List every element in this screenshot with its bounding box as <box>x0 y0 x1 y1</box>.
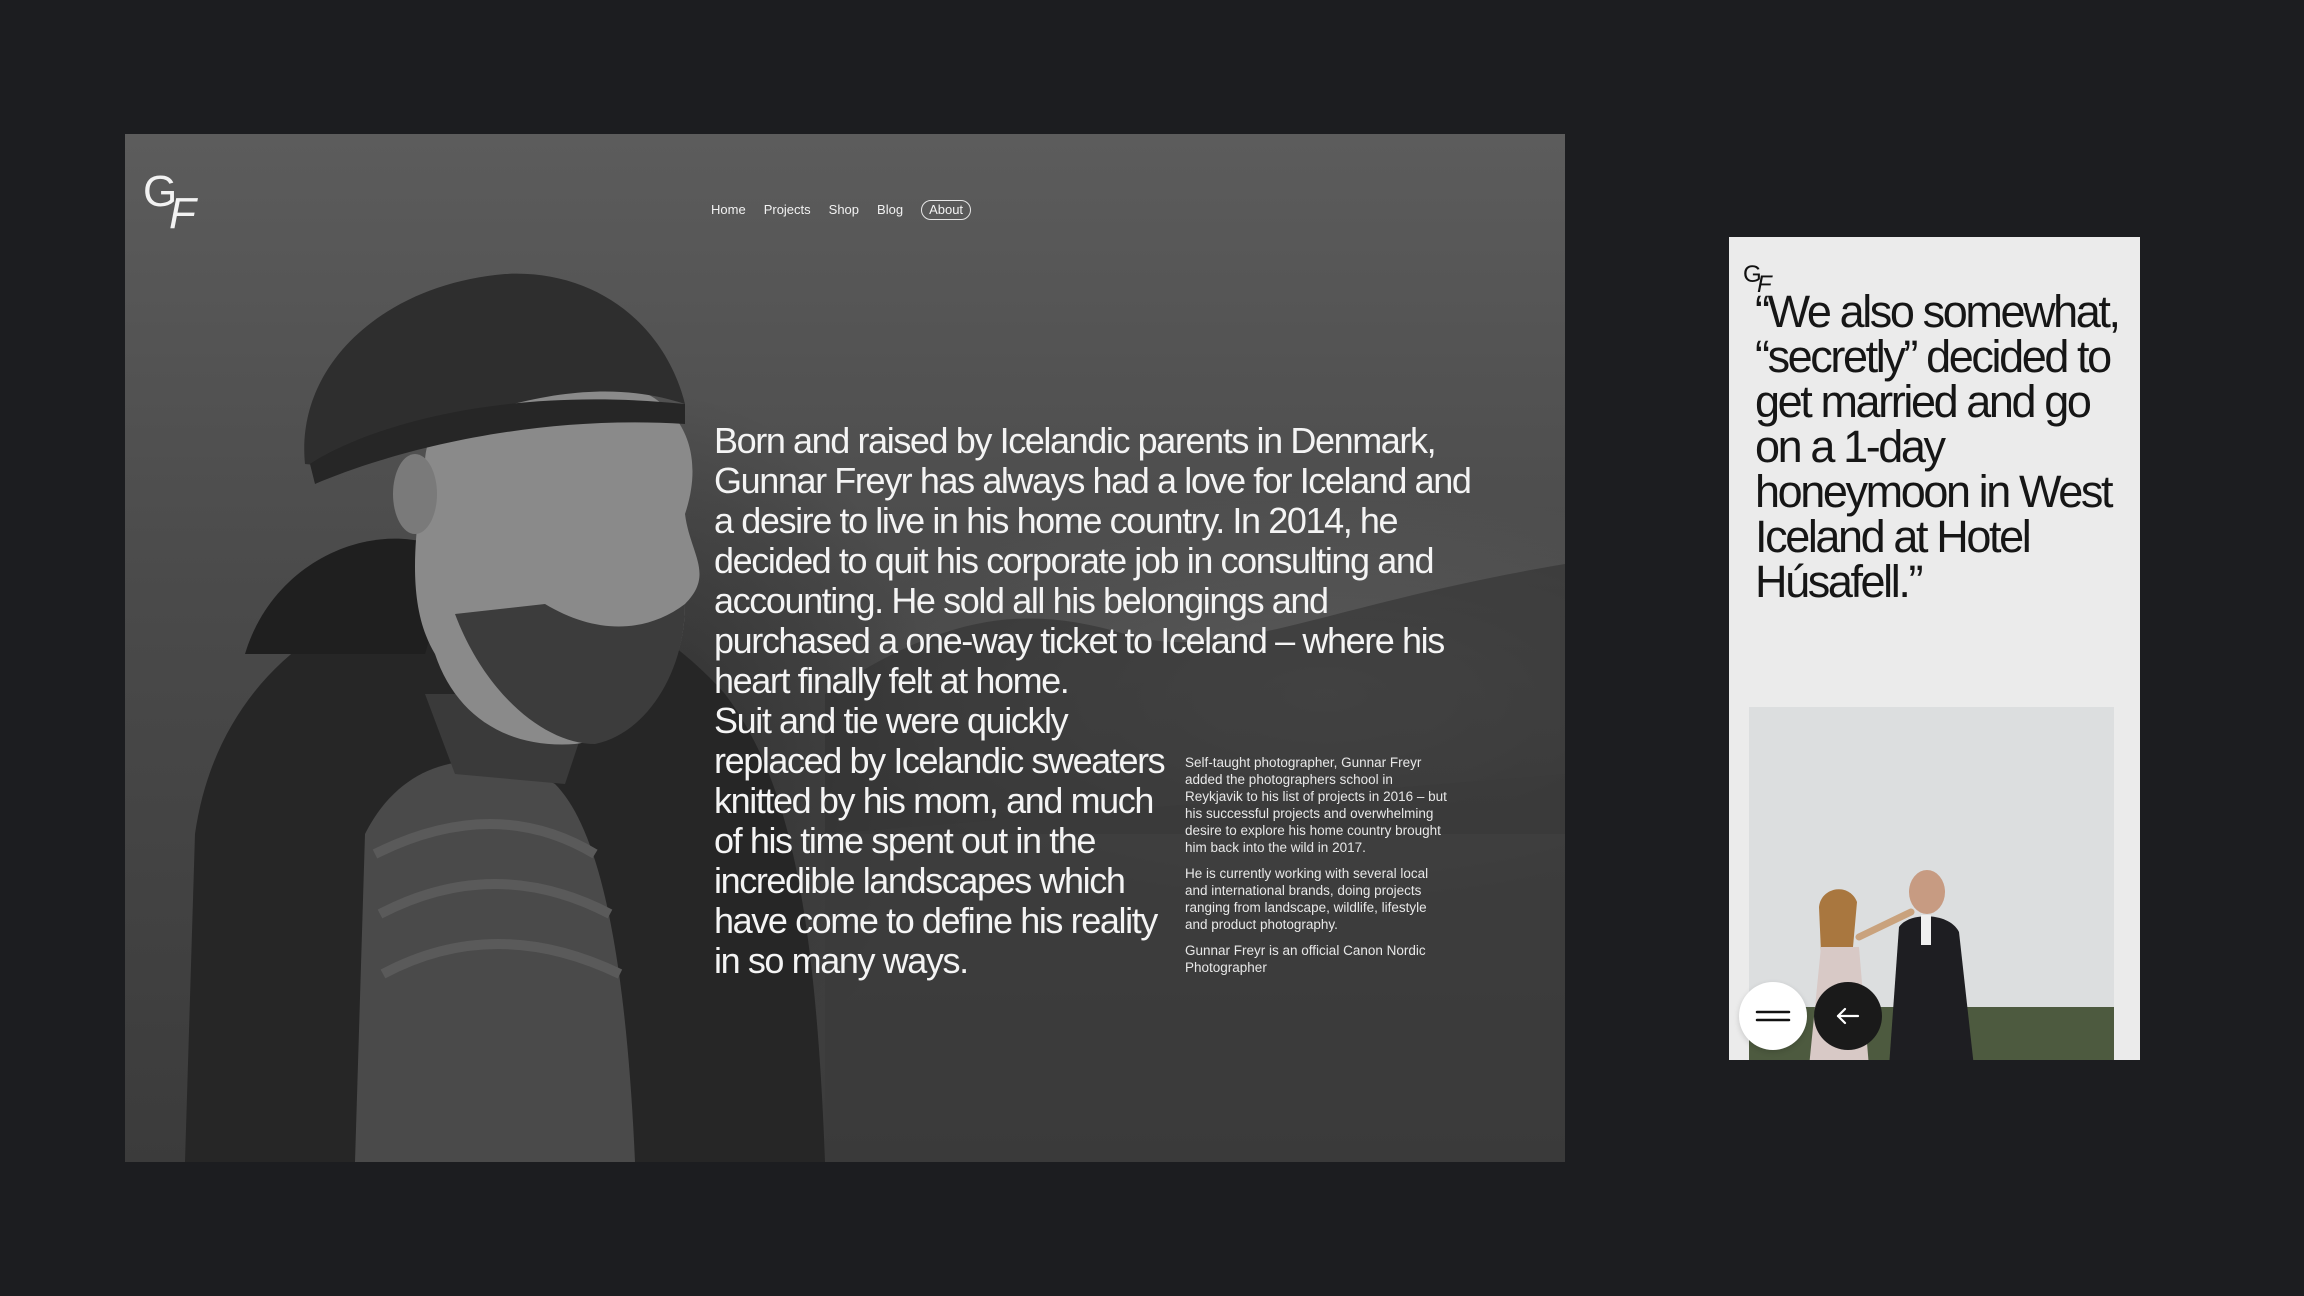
back-button[interactable] <box>1814 982 1882 1050</box>
desktop-about-page: G F Home Projects Shop Blog About Born a… <box>125 134 1565 1162</box>
nav-blog[interactable]: Blog <box>877 202 903 218</box>
gf-logo[interactable]: G F <box>143 170 203 240</box>
bio-side-paragraph: Self-taught photographer, Gunnar Freyr a… <box>1185 755 1447 855</box>
logo-letter-f: F <box>169 189 196 238</box>
bio-side-paragraph: Gunnar Freyr is an official Canon Nordic… <box>1185 943 1426 975</box>
bio-side-column: Self-taught photographer, Gunnar Freyr a… <box>1185 754 1450 985</box>
pull-quote: “We also somewhat, “secretly” decided to… <box>1755 286 2121 607</box>
nav-home[interactable]: Home <box>711 202 746 218</box>
bio-continued: Suit and tie were quickly replaced by Ic… <box>714 700 1166 981</box>
bio-side-paragraph: He is currently working with several loc… <box>1185 866 1429 932</box>
bio-intro: Born and raised by Icelandic parents in … <box>714 420 1472 701</box>
arrow-left-icon <box>1836 1007 1860 1025</box>
nav-about[interactable]: About <box>921 200 972 220</box>
nav-projects[interactable]: Projects <box>764 202 811 218</box>
mobile-blog-page: G F “We also somewhat, “secretly” decide… <box>1729 237 2140 1060</box>
menu-button[interactable] <box>1739 982 1807 1050</box>
hamburger-icon <box>1755 1010 1791 1022</box>
main-nav: Home Projects Shop Blog About <box>711 200 972 220</box>
nav-shop[interactable]: Shop <box>829 202 859 218</box>
